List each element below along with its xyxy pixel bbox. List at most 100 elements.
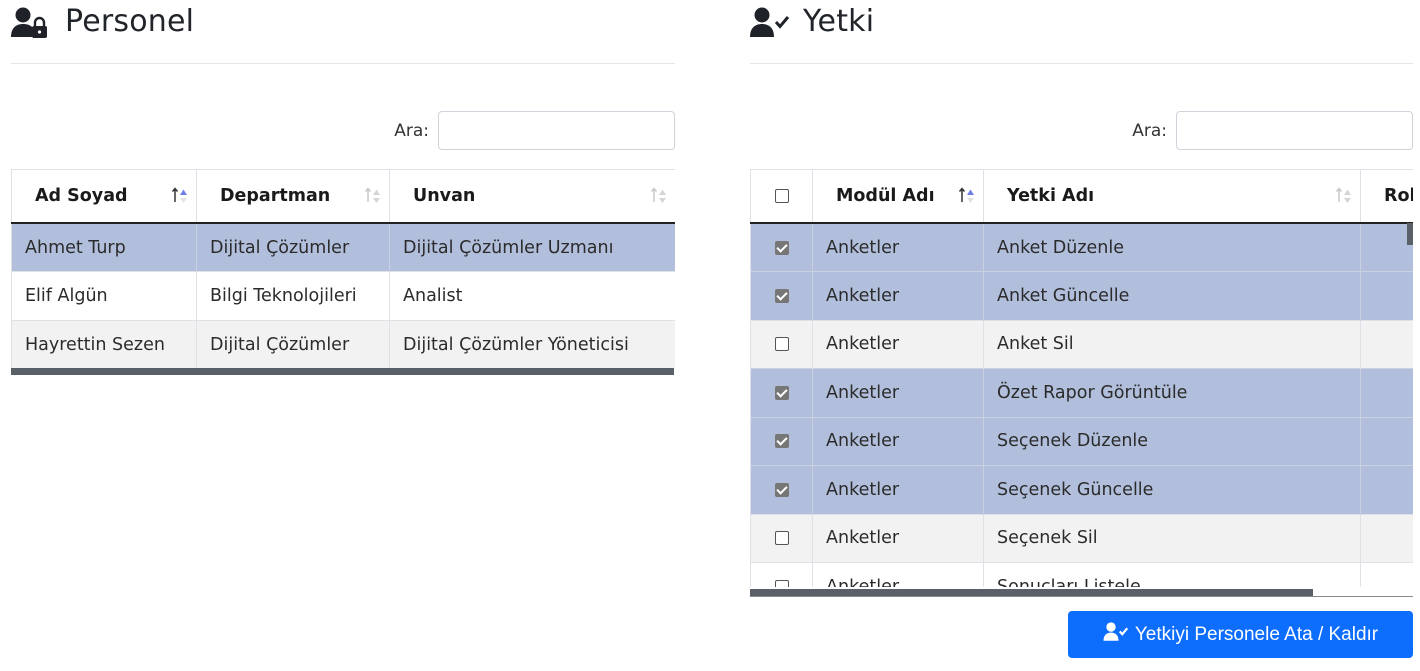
table-row[interactable]: Hayrettin Sezen Dijital Çözümler Dijital… [11,319,675,369]
column-header-ad-soyad[interactable]: Ad Soyad [11,170,197,224]
cell-unvan: Dijital Çözümler Yöneticisi [389,319,675,369]
cell-modul-adi: Anketler [812,513,984,563]
column-header-label: Ad Soyad [35,186,128,206]
personel-panel: Personel Ara: Ad Soyad Departman Unvan A… [11,0,675,375]
cell-unvan: Dijital Çözümler Uzmanı [389,222,675,272]
sort-asc-icon[interactable] [957,187,975,205]
vertical-scrollbar[interactable] [1407,223,1413,245]
column-header-label: Yetki Adı [1007,186,1095,206]
row-checkbox-cell[interactable] [750,562,813,587]
row-checkbox-cell[interactable] [750,465,813,514]
cell-modul-adi: Anketler [812,368,984,417]
cell-yetki-adi: Seçenek Sil [983,513,1361,563]
column-header-label: Departman [220,186,331,206]
cell-ad-soyad: Ahmet Turp [11,222,197,272]
table-header-row: Ad Soyad Departman Unvan [11,170,675,224]
page-title: Yetki [803,4,875,39]
cell-rol [1360,222,1413,272]
cell-yetki-adi: Sonuçları Listele [983,562,1361,587]
table-row[interactable]: Anketler Anket Düzenle [750,222,1413,272]
yetki-header: Yetki [750,0,1413,64]
row-checkbox[interactable] [774,385,789,400]
table-row[interactable]: Anketler Özet Rapor Görüntüle [750,368,1413,417]
cell-ad-soyad: Hayrettin Sezen [11,319,197,369]
row-checkbox-cell[interactable] [750,222,813,272]
cell-modul-adi: Anketler [812,465,984,514]
cell-rol [1360,416,1413,466]
table-bottom-border [750,596,1413,597]
search-input[interactable] [1176,111,1413,150]
cell-departman: Dijital Çözümler [196,222,390,272]
table-row[interactable]: Anketler Anket Güncelle [750,271,1413,320]
cell-rol [1360,562,1413,587]
cell-yetki-adi: Seçenek Düzenle [983,416,1361,466]
table-row[interactable]: Anketler Seçenek Düzenle [750,416,1413,466]
personel-header: Personel [11,0,675,64]
search-label: Ara: [1132,120,1167,141]
cell-departman: Dijital Çözümler [196,319,390,369]
personel-search: Ara: [394,111,675,150]
table-row[interactable]: Anketler Sonuçları Listele [750,562,1413,587]
cell-departman: Bilgi Teknolojileri [196,271,390,320]
cell-rol [1360,513,1413,563]
row-checkbox-cell[interactable] [750,368,813,417]
column-header-unvan[interactable]: Unvan [389,170,675,224]
cell-yetki-adi: Anket Düzenle [983,222,1361,272]
horizontal-scrollbar[interactable] [11,368,674,375]
cell-modul-adi: Anketler [812,319,984,369]
row-checkbox[interactable] [774,337,789,352]
row-checkbox-cell[interactable] [750,416,813,466]
table-row[interactable]: Anketler Seçenek Sil [750,513,1413,563]
search-label: Ara: [394,120,429,141]
cell-rol [1360,465,1413,514]
yetki-panel: Yetki Ara: Modül Adı Yetki Adı Rol Anket… [750,0,1413,597]
cell-yetki-adi: Anket Güncelle [983,271,1361,320]
column-header-label: Unvan [413,186,476,206]
search-input[interactable] [438,111,675,150]
user-check-icon [750,7,790,43]
sort-icon[interactable] [649,187,667,205]
select-all-checkbox[interactable] [774,189,789,203]
cell-yetki-adi: Seçenek Güncelle [983,465,1361,514]
column-header-yetki-adi[interactable]: Yetki Adı [983,170,1361,224]
table-row[interactable]: Anketler Seçenek Güncelle [750,465,1413,514]
cell-modul-adi: Anketler [812,562,984,587]
row-checkbox-cell[interactable] [750,513,813,563]
yetki-search: Ara: [1132,111,1413,150]
column-header-label: Rol [1384,186,1413,206]
table-header-row: Modül Adı Yetki Adı Rol [750,170,1413,224]
personel-table: Ad Soyad Departman Unvan Ahmet Turp Diji… [11,169,675,369]
row-checkbox[interactable] [774,531,789,546]
cell-yetki-adi: Özet Rapor Görüntüle [983,368,1361,417]
row-checkbox[interactable] [774,580,789,587]
column-header-departman[interactable]: Departman [196,170,390,224]
assign-permission-button[interactable]: Yetkiyi Personele Ata / Kaldır [1068,611,1413,658]
cell-modul-adi: Anketler [812,222,984,272]
cell-unvan: Analist [389,271,675,320]
horizontal-scrollbar[interactable] [750,589,1313,596]
table-row[interactable]: Anketler Anket Sil [750,319,1413,369]
row-checkbox-cell[interactable] [750,319,813,369]
assign-button-label: Yetkiyi Personele Ata / Kaldır [1134,623,1379,645]
row-checkbox[interactable] [774,288,789,303]
row-checkbox[interactable] [774,482,789,497]
row-checkbox[interactable] [774,240,789,255]
page-title: Personel [65,4,195,39]
user-check-icon [1103,621,1129,648]
sort-asc-icon[interactable] [170,187,188,205]
sort-icon[interactable] [1334,187,1352,205]
row-checkbox-cell[interactable] [750,271,813,320]
yetki-table: Modül Adı Yetki Adı Rol Anketler Anket D… [750,169,1413,587]
cell-rol [1360,368,1413,417]
sort-icon[interactable] [363,187,381,205]
table-row[interactable]: Ahmet Turp Dijital Çözümler Dijital Çözü… [11,222,675,272]
cell-rol [1360,271,1413,320]
column-header-modul-adi[interactable]: Modül Adı [812,170,984,224]
select-all-header[interactable] [750,170,813,224]
cell-rol [1360,319,1413,369]
cell-yetki-adi: Anket Sil [983,319,1361,369]
row-checkbox[interactable] [774,434,789,449]
table-row[interactable]: Elif Algün Bilgi Teknolojileri Analist [11,271,675,320]
column-header-rol[interactable]: Rol [1360,170,1413,224]
cell-modul-adi: Anketler [812,271,984,320]
